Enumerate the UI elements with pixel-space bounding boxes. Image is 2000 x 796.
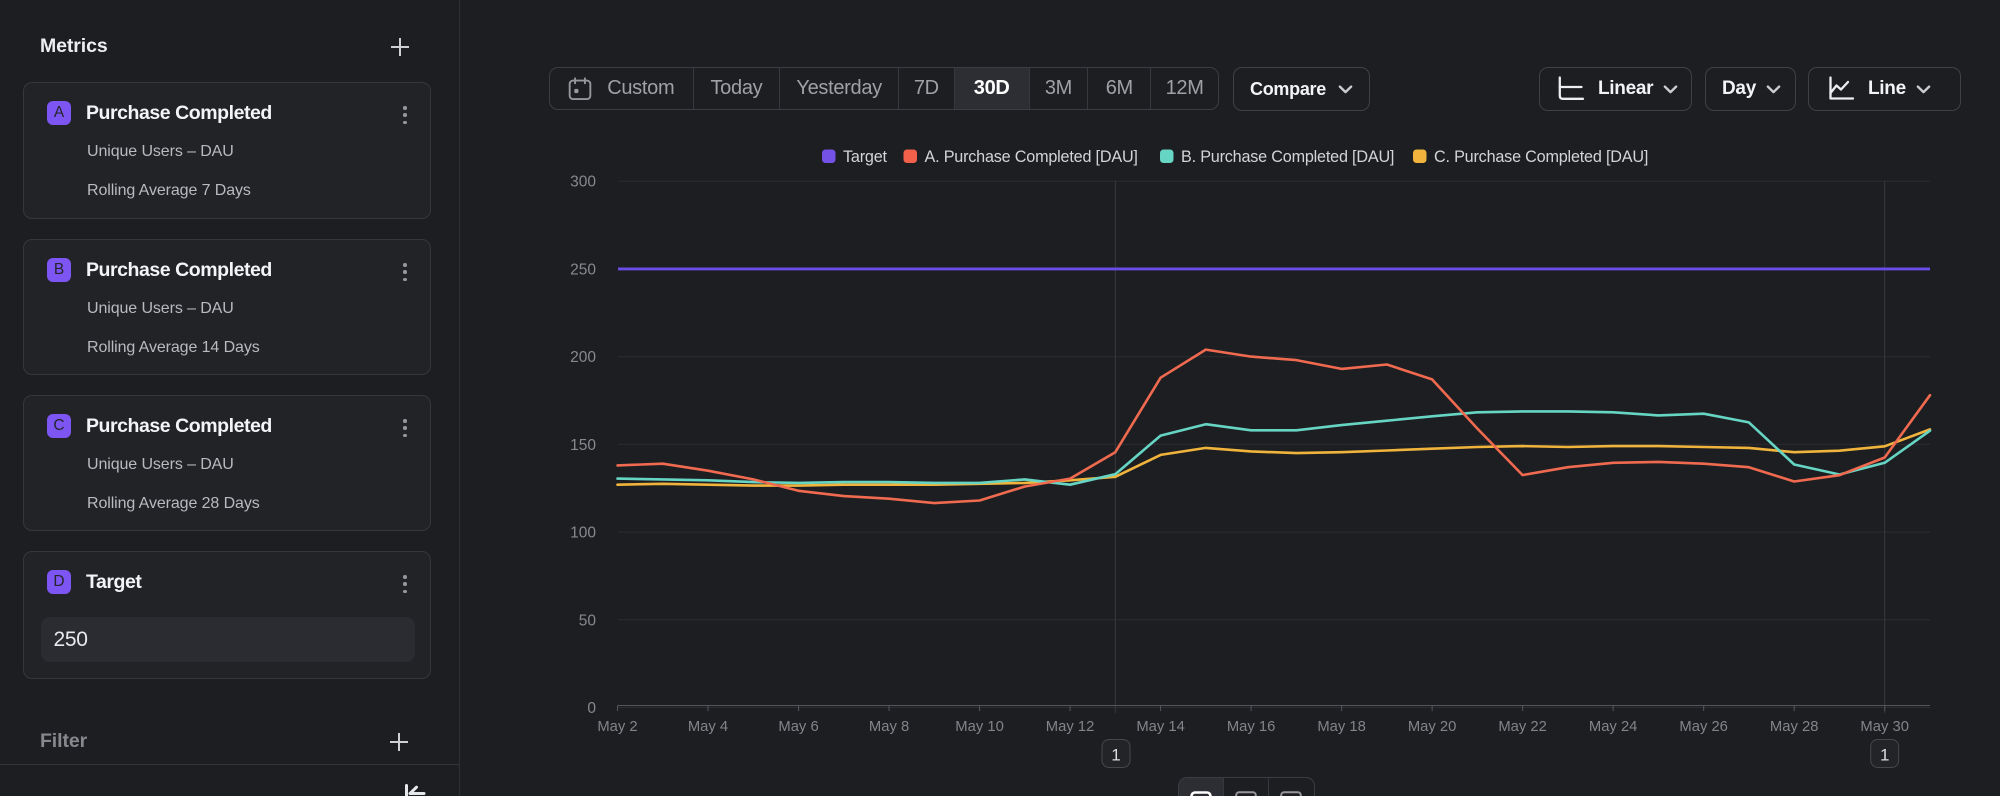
svg-text:May 24: May 24 [1589,719,1638,735]
svg-text:May 22: May 22 [1498,719,1547,735]
svg-text:May 2: May 2 [597,719,637,735]
svg-text:May 18: May 18 [1317,719,1366,735]
svg-text:May 28: May 28 [1770,719,1819,735]
svg-text:May 30: May 30 [1860,719,1909,735]
svg-text:0: 0 [587,700,596,717]
svg-text:May 26: May 26 [1679,719,1728,735]
svg-text:300: 300 [570,174,596,191]
svg-text:150: 150 [570,437,596,454]
svg-text:50: 50 [579,612,597,629]
svg-text:A. Purchase Completed [DAU]: A. Purchase Completed [DAU] [925,148,1138,166]
svg-text:200: 200 [570,349,596,366]
svg-text:May 8: May 8 [869,719,909,735]
svg-text:1: 1 [1880,746,1889,765]
svg-text:100: 100 [570,525,596,542]
svg-text:May 12: May 12 [1046,719,1095,735]
svg-text:May 10: May 10 [955,719,1004,735]
svg-text:May 16: May 16 [1227,719,1276,735]
svg-text:May 14: May 14 [1136,719,1185,735]
svg-text:C. Purchase Completed [DAU]: C. Purchase Completed [DAU] [1434,148,1648,166]
svg-text:B. Purchase Completed [DAU]: B. Purchase Completed [DAU] [1181,148,1394,166]
svg-text:May 6: May 6 [778,719,818,735]
svg-text:1: 1 [1111,746,1120,765]
svg-text:Target: Target [843,148,887,166]
svg-text:May 20: May 20 [1408,719,1457,735]
svg-text:250: 250 [570,261,596,278]
svg-text:May 4: May 4 [688,719,728,735]
